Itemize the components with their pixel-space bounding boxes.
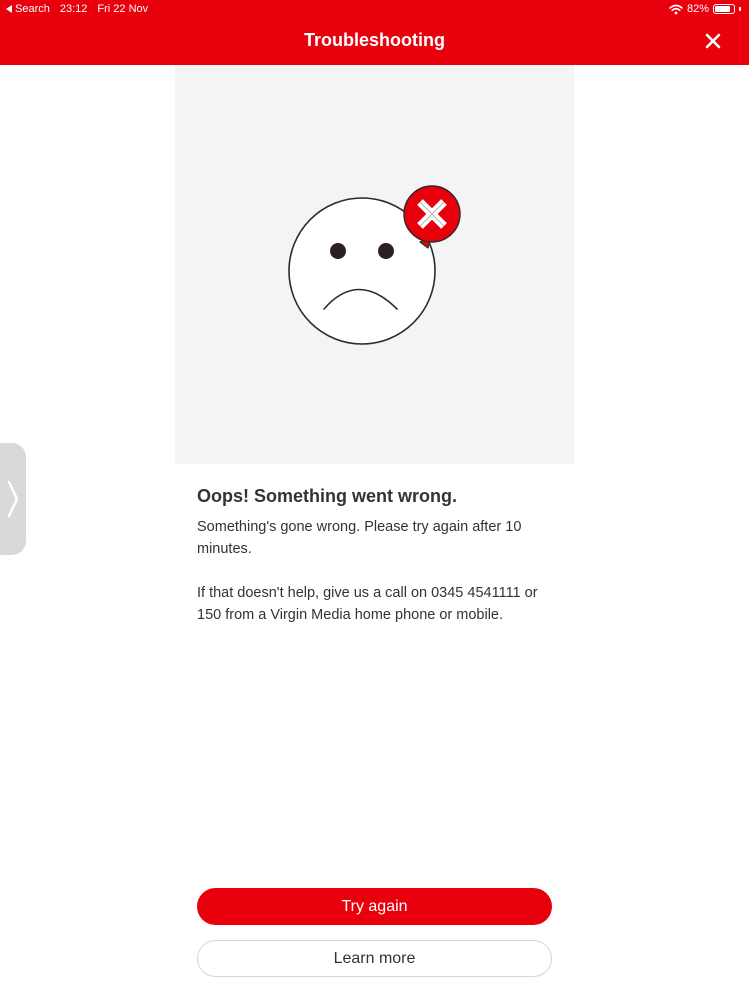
error-message: Something's gone wrong. Please try again… [197,519,522,557]
try-again-button[interactable]: Try again [197,888,552,925]
chevron-right-icon [7,480,19,518]
wifi-icon [669,4,683,14]
status-bar-right: 82% [669,2,741,16]
page-title: Troubleshooting [304,30,445,50]
header-bar: Search 23:12 Fri 22 Nov 82% Troubleshoot… [0,0,749,65]
side-panel-handle[interactable] [0,443,26,555]
help-message: If that doesn't help, give us a call on … [197,585,538,623]
error-heading: Oops! Something went wrong. [197,486,457,506]
battery-percent: 82% [686,3,709,15]
status-bar-left: Search 23:12 Fri 22 Nov [6,2,148,16]
battery-icon [713,4,735,14]
close-icon [705,33,721,49]
error-illustration [175,65,574,464]
back-to-app-label[interactable]: Search [15,3,50,15]
close-button[interactable] [702,30,724,52]
status-date: Fri 22 Nov [97,3,149,15]
status-time: 23:12 [59,3,88,15]
learn-more-button[interactable]: Learn more [197,940,552,977]
back-arrow-icon[interactable] [6,5,12,13]
